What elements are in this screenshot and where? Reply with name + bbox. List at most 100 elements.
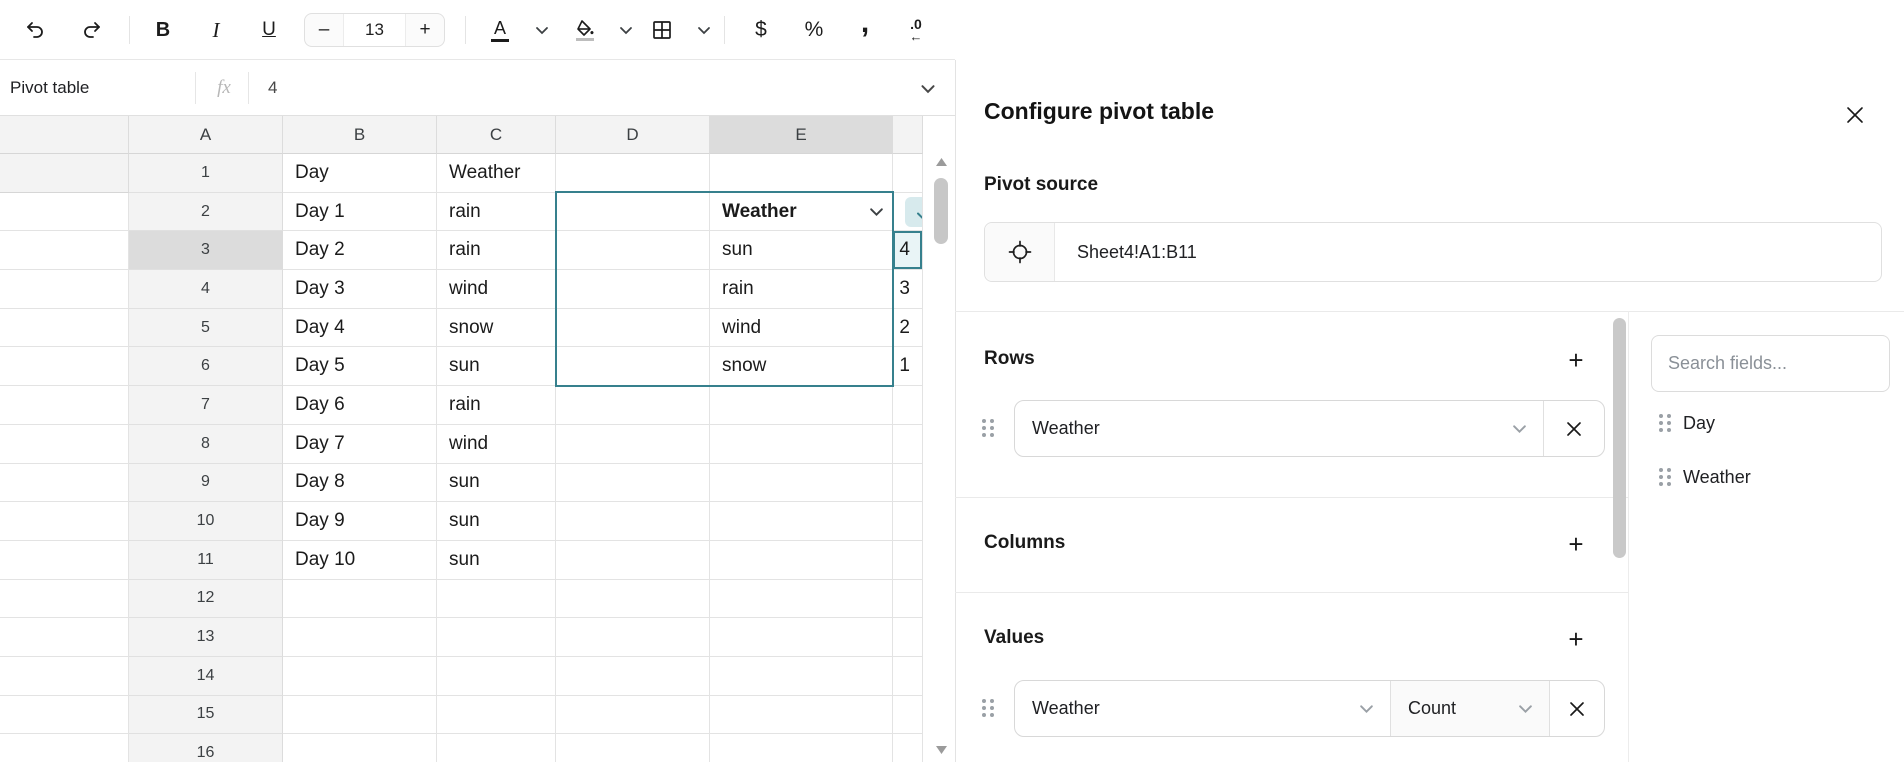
italic-button[interactable]: I [198,12,234,48]
borders-button[interactable] [644,12,680,48]
cell-E15[interactable] [893,696,923,735]
cell-A1[interactable]: Day [283,154,437,193]
cell-E3[interactable]: 4 [893,231,923,270]
cell-F3[interactable] [0,270,129,309]
cell-B10[interactable]: sun [437,502,556,541]
cell-A8[interactable]: Day 7 [283,425,437,464]
drag-handle-icon[interactable] [1658,413,1672,433]
bold-button[interactable]: B [145,12,181,48]
cell-B5[interactable]: snow [437,309,556,348]
cell-C6[interactable] [556,347,710,386]
cell-D3[interactable]: sun [710,231,893,270]
cell-B6[interactable]: sun [437,347,556,386]
cell-C2[interactable] [556,193,710,232]
cell-C3[interactable] [556,231,710,270]
row-header-16[interactable]: 16 [129,734,283,762]
cell-E11[interactable] [893,541,923,580]
percent-button[interactable]: % [796,12,832,48]
cell-A4[interactable]: Day 3 [283,270,437,309]
cell-A7[interactable]: Day 6 [283,386,437,425]
cell-B12[interactable] [437,580,556,619]
cell-E2[interactable]: Count of Wea [893,193,923,232]
cell-F6[interactable] [0,386,129,425]
cell-F5[interactable] [0,347,129,386]
row-header-14[interactable]: 14 [129,657,283,696]
cell-E4[interactable]: 3 [893,270,923,309]
values-aggregation-select[interactable]: Count [1391,681,1549,736]
cell-A10[interactable]: Day 9 [283,502,437,541]
comma-button[interactable]: , [847,12,883,48]
cell-C12[interactable] [556,580,710,619]
grid-scrollbar-thumb[interactable] [934,178,948,244]
cell-A15[interactable] [283,696,437,735]
cell-D1[interactable] [710,154,893,193]
column-header-F[interactable] [893,116,923,154]
cell-B2[interactable]: rain [437,193,556,232]
cell-D5[interactable]: wind [710,309,893,348]
row-header-4[interactable]: 4 [129,270,283,309]
fill-color-dropdown[interactable] [608,12,644,48]
cell-F8[interactable] [0,464,129,503]
cell-B13[interactable] [437,618,556,657]
scroll-down-button[interactable] [935,744,948,756]
cell-C8[interactable] [556,425,710,464]
cell-A11[interactable]: Day 10 [283,541,437,580]
cell-F4[interactable] [0,309,129,348]
cell-A12[interactable] [283,580,437,619]
cell-C16[interactable] [556,734,710,762]
remove-values-field-button[interactable] [1550,681,1604,736]
row-header-3[interactable]: 3 [129,231,283,270]
column-header-D[interactable]: D [556,116,710,154]
cell-D11[interactable] [710,541,893,580]
remove-rows-field-button[interactable] [1544,401,1604,456]
redo-button[interactable] [74,12,110,48]
cell-D15[interactable] [710,696,893,735]
pivot-source-value[interactable]: Sheet4!A1:B11 [1055,242,1197,263]
cell-B1[interactable]: Weather [437,154,556,193]
cell-C4[interactable] [556,270,710,309]
add-row-field-button[interactable]: + [1560,344,1592,376]
cell-D16[interactable] [710,734,893,762]
cell-B15[interactable] [437,696,556,735]
cell-F15[interactable] [0,734,129,762]
formula-bar-expand-button[interactable] [916,77,940,101]
sort-button[interactable] [905,197,923,227]
row-header-12[interactable]: 12 [129,580,283,619]
row-header-10[interactable]: 10 [129,502,283,541]
cell-A2[interactable]: Day 1 [283,193,437,232]
cell-C9[interactable] [556,464,710,503]
cell-F13[interactable] [0,657,129,696]
borders-dropdown[interactable] [686,12,722,48]
cell-D9[interactable] [710,464,893,503]
pivot-source-field[interactable]: Sheet4!A1:B11 [984,222,1882,282]
panel-close-button[interactable] [1839,99,1871,131]
fill-color-button[interactable] [567,12,603,48]
currency-button[interactable]: $ [743,12,779,48]
column-header-partial[interactable] [0,154,129,193]
cell-D8[interactable] [710,425,893,464]
field-item-weather[interactable]: Weather [1658,462,1888,492]
row-header-13[interactable]: 13 [129,618,283,657]
cell-F7[interactable] [0,425,129,464]
row-header-9[interactable]: 9 [129,464,283,503]
row-header-7[interactable]: 7 [129,386,283,425]
cell-E12[interactable] [893,580,923,619]
formula-input[interactable]: 4 [268,60,895,116]
cell-E8[interactable] [893,425,923,464]
cell-E6[interactable]: 1 [893,347,923,386]
cell-A16[interactable] [283,734,437,762]
cell-A3[interactable]: Day 2 [283,231,437,270]
cell-E9[interactable] [893,464,923,503]
cell-A14[interactable] [283,657,437,696]
cell-E13[interactable] [893,618,923,657]
cell-D7[interactable] [710,386,893,425]
cell-C15[interactable] [556,696,710,735]
add-column-field-button[interactable]: + [1560,528,1592,560]
rows-field-select[interactable]: Weather [1015,401,1543,456]
cell-A5[interactable]: Day 4 [283,309,437,348]
grid-corner[interactable] [0,116,129,154]
cell-D10[interactable] [710,502,893,541]
cell-F10[interactable] [0,541,129,580]
row-header-1[interactable]: 1 [129,154,283,193]
cell-E7[interactable] [893,386,923,425]
